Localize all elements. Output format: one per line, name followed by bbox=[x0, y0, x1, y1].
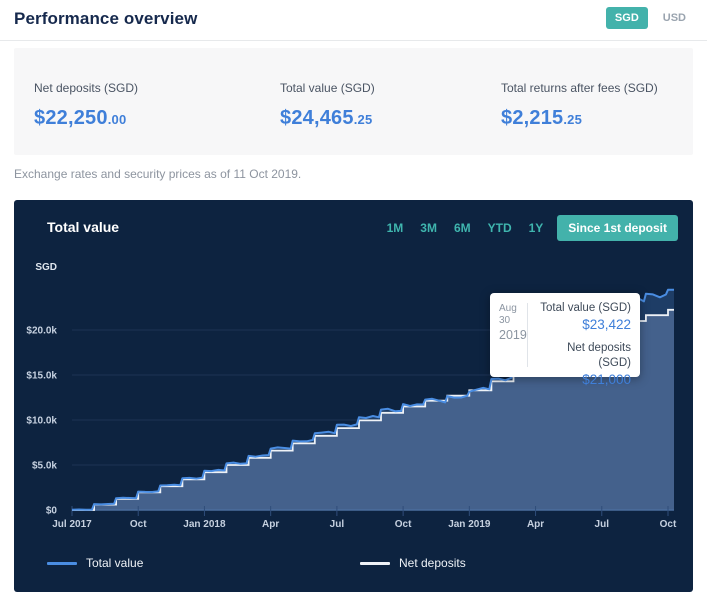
chart-legend: Total value Net deposits bbox=[14, 556, 693, 576]
stats-panel: Net deposits (SGD) $22,250.00 Total valu… bbox=[14, 48, 693, 155]
page-title: Performance overview bbox=[14, 9, 198, 28]
range-1y[interactable]: 1Y bbox=[529, 221, 544, 235]
range-3m[interactable]: 3M bbox=[420, 221, 437, 235]
svg-text:$0: $0 bbox=[46, 506, 58, 517]
range-6m[interactable]: 6M bbox=[454, 221, 471, 235]
performance-page: Performance overview SGD USD Net deposit… bbox=[0, 0, 707, 599]
stat-total-value: Total value (SGD) $24,465.25 bbox=[280, 81, 375, 130]
stat-value: $22,250.00 bbox=[34, 107, 127, 129]
tooltip-row-total-value: Total value (SGD) $23,422 bbox=[540, 302, 631, 332]
svg-text:$20.0k: $20.0k bbox=[26, 326, 57, 337]
currency-toggle: SGD USD bbox=[605, 7, 693, 29]
svg-text:$5.0k: $5.0k bbox=[32, 461, 57, 472]
exchange-rate-note: Exchange rates and security prices as of… bbox=[14, 167, 302, 181]
range-since-first-deposit[interactable]: Since 1st deposit bbox=[557, 215, 678, 241]
svg-text:SGD: SGD bbox=[35, 262, 57, 273]
svg-text:Jan 2019: Jan 2019 bbox=[448, 519, 491, 530]
page-header: Performance overview SGD USD bbox=[0, 0, 707, 41]
tooltip-divider bbox=[527, 303, 528, 367]
range-ytd[interactable]: YTD bbox=[488, 221, 512, 235]
svg-text:Oct: Oct bbox=[660, 519, 677, 530]
svg-text:Oct: Oct bbox=[395, 519, 412, 530]
svg-text:$15.0k: $15.0k bbox=[26, 371, 57, 382]
chart-title: Total value bbox=[47, 219, 120, 235]
stat-value: $24,465.25 bbox=[280, 107, 373, 129]
legend-swatch-net-deposits bbox=[360, 561, 390, 565]
svg-text:Jan 2018: Jan 2018 bbox=[183, 519, 226, 530]
currency-usd-button[interactable]: USD bbox=[656, 7, 693, 29]
stat-value: $2,215.25 bbox=[501, 107, 583, 129]
tooltip-rows: Total value (SGD) $23,422 Net deposits (… bbox=[534, 301, 631, 396]
tooltip-row-net-deposits: Net deposits (SGD) $21,000 bbox=[567, 342, 631, 387]
range-selector: 1M 3M 6M YTD 1Y Since 1st deposit bbox=[387, 215, 678, 241]
currency-sgd-button[interactable]: SGD bbox=[605, 7, 648, 29]
stat-total-returns: Total returns after fees (SGD) $2,215.25 bbox=[501, 81, 658, 130]
range-1m[interactable]: 1M bbox=[387, 221, 404, 235]
svg-text:Jul 2017: Jul 2017 bbox=[52, 519, 92, 530]
stat-label: Total value (SGD) bbox=[280, 81, 375, 95]
stat-net-deposits: Net deposits (SGD) $22,250.00 bbox=[34, 81, 138, 130]
legend-total-value: Total value bbox=[47, 556, 143, 570]
tooltip-date: Aug 30 2019 bbox=[499, 303, 527, 342]
stat-label: Total returns after fees (SGD) bbox=[501, 81, 658, 95]
svg-text:Apr: Apr bbox=[262, 519, 279, 530]
svg-text:Apr: Apr bbox=[527, 519, 544, 530]
legend-net-deposits: Net deposits bbox=[360, 556, 466, 570]
svg-text:Jul: Jul bbox=[595, 519, 610, 530]
svg-text:Oct: Oct bbox=[130, 519, 147, 530]
stat-label: Net deposits (SGD) bbox=[34, 81, 139, 95]
svg-text:Jul: Jul bbox=[330, 519, 345, 530]
legend-swatch-total-value bbox=[47, 561, 77, 565]
svg-text:$10.0k: $10.0k bbox=[26, 416, 57, 427]
chart-card: Total value 1M 3M 6M YTD 1Y Since 1st de… bbox=[14, 200, 693, 592]
chart-tooltip: Aug 30 2019 Total value (SGD) $23,422 Ne… bbox=[490, 293, 640, 387]
